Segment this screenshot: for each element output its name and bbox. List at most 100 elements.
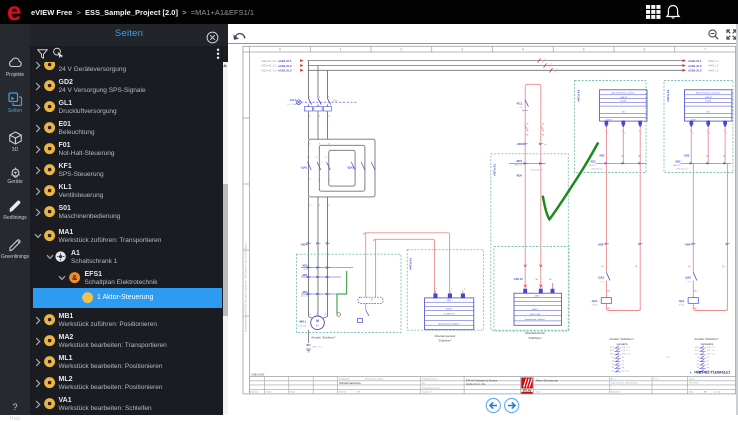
svg-text:"Zuführen": "Zuführen"	[438, 339, 452, 343]
svg-text:hw24.4: hw24.4	[620, 101, 626, 103]
svg-text:95: 95	[526, 124, 528, 126]
svg-text:+GB1-2L2: +GB1-2L2	[688, 64, 702, 68]
svg-text:Projektbezeichner:: Projektbezeichner:	[422, 378, 438, 381]
svg-text:(4x1,5): (4x1,5)	[301, 296, 308, 298]
svg-text:1: 1	[436, 289, 437, 291]
svg-text:13: 13	[722, 266, 724, 268]
svg-text:-QA1.M: -QA1.M	[620, 96, 627, 99]
svg-text:=MA2 1.0: =MA2 1.0	[708, 70, 719, 73]
svg-text:+KF1+A2: +KF1+A2	[577, 89, 581, 102]
svg-text:KL-3208 / 14: KL-3208 / 14	[444, 314, 455, 316]
svg-text:-FC1: -FC1	[289, 98, 296, 102]
svg-text:Datum: Datum	[266, 390, 272, 393]
svg-text:1,6..2,5A: 1,6..2,5A	[287, 103, 296, 106]
svg-text:hw24.4: hw24.4	[705, 101, 711, 103]
svg-text:-XD6: -XD6	[684, 242, 690, 246]
svg-text:1: 1	[526, 287, 527, 289]
svg-text:+GB1-2L2: +GB1-2L2	[278, 64, 292, 68]
svg-text:Übertemperatur: Übertemperatur	[434, 334, 455, 338]
svg-text:Anlagenkennzeichen:: Anlagenkennzeichen:	[422, 386, 441, 389]
svg-text:-XD4 10: -XD4 10	[513, 277, 523, 281]
svg-text:Übertemperatur "Zuführen": Übertemperatur "Zuführen"	[438, 322, 460, 325]
svg-text:ANSLTF: ANSLTF	[514, 163, 522, 166]
svg-text:Name: Name	[290, 391, 295, 393]
svg-text:Bearbeitet: Bearbeitet	[611, 390, 620, 393]
svg-text:25.205: 25.205	[592, 304, 598, 306]
svg-text:Ersteller:: Ersteller:	[339, 390, 347, 393]
svg-text:96: 96	[526, 135, 528, 137]
svg-text:V1: V1	[316, 314, 318, 316]
svg-text:-MA1: -MA1	[299, 320, 307, 324]
svg-text:-QA1: -QA1	[678, 299, 685, 303]
svg-text:+GB1-2L1: +GB1-2L1	[688, 59, 702, 63]
svg-text:Antrieb "Zuführen".: Antrieb "Zuführen".	[694, 337, 719, 341]
svg-text:Geprüft. Datum: Unterschrieben: Geprüft. Datum: Unterschrieben	[611, 382, 638, 385]
svg-text:Überlastschutz "Zuführen": Überlastschutz "Zuführen"	[525, 318, 546, 321]
svg-text:25.205: 25.205	[679, 304, 685, 306]
svg-text:3~: 3~	[316, 324, 320, 328]
svg-text:-QA2: -QA2	[598, 276, 605, 280]
svg-text:+GD1+A2 / 2.1: +GD1+A2 / 2.1	[261, 60, 278, 63]
svg-text:-XD2: -XD2	[683, 153, 689, 157]
svg-text:-QA1: -QA1	[591, 299, 598, 303]
svg-text:ESS_Sample_Project: ESS_Sample_Project	[365, 378, 384, 381]
svg-text:I>>: I>>	[334, 99, 338, 103]
svg-text:+GB1-2L3: +GB1-2L3	[278, 69, 292, 73]
svg-text:473 / 1.1: 473 / 1.1	[622, 347, 631, 349]
svg-text:A2: A2	[694, 307, 696, 310]
svg-text:-XD2: -XD2	[590, 159, 596, 163]
svg-text:"Zuführen": "Zuführen"	[528, 336, 542, 340]
svg-text:1: 1	[464, 289, 465, 291]
svg-text:=MA2 1.0: =MA2 1.0	[708, 60, 719, 63]
svg-text:-QA1.M: -QA1.M	[705, 96, 712, 99]
svg-text:-XD2: -XD2	[598, 153, 604, 157]
svg-text:hw56.2: hw56.2	[446, 309, 452, 311]
svg-text:=MA2 1.0: =MA2 1.0	[708, 65, 719, 68]
svg-text:Datum: Datum	[689, 377, 695, 380]
svg-text:L: L	[641, 133, 642, 135]
svg-text:-QA2: -QA2	[685, 276, 692, 280]
svg-text:1: 1	[340, 48, 342, 52]
svg-text:95: 95	[542, 124, 544, 126]
svg-text:+GB1-2L3: +GB1-2L3	[688, 69, 702, 73]
svg-text:/ 1.5: / 1.5	[687, 281, 691, 283]
svg-text:Schleifmaschine: Schleifmaschine	[339, 381, 361, 385]
svg-text:473 / 1.1: 473 / 1.1	[707, 347, 716, 349]
svg-text:Aktor-Steuerung: Aktor-Steuerung	[536, 379, 558, 383]
svg-text:-QA1: -QA1	[300, 166, 307, 170]
svg-text:ANSLTF: ANSLTF	[588, 164, 596, 167]
svg-text:rückwärts: rückwärts	[701, 342, 714, 346]
svg-text:-XE1 / 1.1: -XE1 / 1.1	[312, 347, 323, 349]
svg-text:+KF1-XD2 1.6: +KF1-XD2 1.6	[530, 169, 544, 171]
svg-text:DI5: DI5	[707, 112, 710, 114]
svg-text:16x2: 16x2	[303, 269, 309, 271]
svg-text:-QA2: -QA2	[347, 166, 354, 170]
svg-text:+GD1+A2 / 2.2: +GD1+A2 / 2.2	[261, 65, 278, 68]
svg-text:473 / 1.2: 473 / 1.2	[622, 354, 631, 356]
svg-text:4: 4	[522, 48, 524, 52]
svg-text:Anschl "Zuführen, rückwärts": Anschl "Zuführen, rückwärts"	[696, 92, 721, 95]
svg-text:W1: W1	[324, 314, 327, 316]
svg-text:ANSLTF: ANSLTF	[673, 164, 681, 167]
svg-text:0,06 kW: 0,06 kW	[298, 326, 307, 328]
svg-text:Urspr.: Urspr.	[536, 390, 542, 393]
svg-text:+KF1-XD2 1.6: +KF1-XD2 1.6	[676, 169, 688, 171]
svg-text:4Di2.2 / 2M: 4Di2.2 / 2M	[530, 314, 540, 316]
svg-text:A1: A1	[694, 290, 696, 293]
svg-text:=MB1+B2.Y1&NFS11/1: =MB1+B2.Y1&NFS11/1	[694, 370, 730, 374]
svg-text:96: 96	[542, 135, 544, 137]
svg-text:-XD2: -XD2	[516, 159, 523, 163]
svg-text:-XD0: -XD0	[516, 174, 523, 178]
svg-text:+GB1+A2/1: +GB1+A2/1	[251, 373, 265, 377]
svg-text:&: &	[72, 275, 77, 282]
svg-text:/ 1.5: / 1.5	[600, 281, 604, 283]
svg-text:29: 29	[704, 391, 706, 393]
svg-text:hw56.2: hw56.2	[532, 309, 538, 311]
svg-text:-XD6: -XD6	[597, 242, 603, 246]
svg-text:7: 7	[704, 48, 706, 52]
svg-text:13: 13	[635, 266, 637, 268]
svg-text:Ers. f.: Ers. f.	[611, 377, 616, 380]
svg-text:GmbH & Co. KG: GmbH & Co. KG	[466, 382, 485, 386]
svg-text:+KF1+A2: +KF1+A2	[666, 89, 670, 102]
svg-text:Logisch. ref.:: Logisch. ref.:	[422, 390, 433, 393]
